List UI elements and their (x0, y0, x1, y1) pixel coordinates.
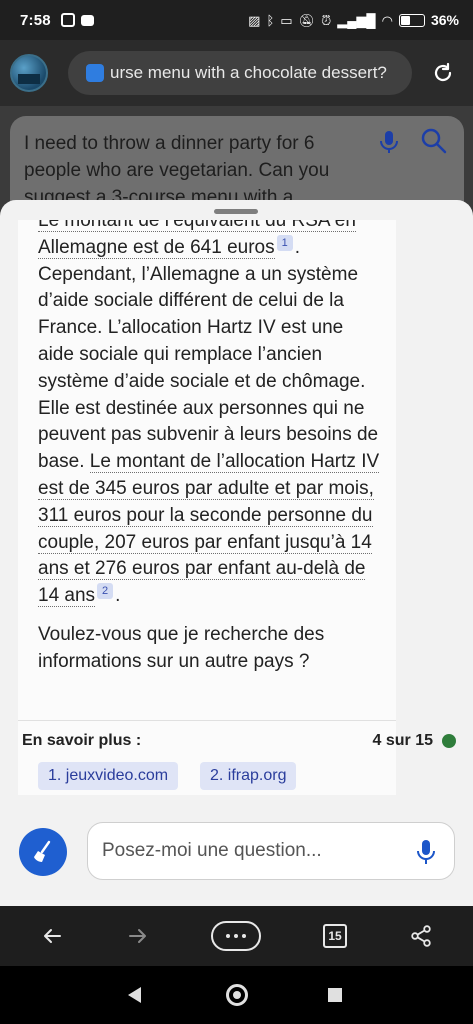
browser-toolbar: 15 (0, 906, 473, 966)
ask-placeholder: Posez-moi une question... (102, 840, 322, 861)
signal-icon: ▂▄▆█ (337, 12, 376, 28)
back-arrow-icon[interactable] (37, 921, 67, 951)
battery-fill (400, 15, 410, 25)
source-link-1[interactable]: 1. jeuxvideo.com (38, 762, 179, 790)
broom-icon (34, 840, 51, 862)
wifi-icon: ◠ (381, 12, 393, 28)
status-system-icons: ▨ ᛒ ▭ 🔕︎ ⏰︎ ▂▄▆█ ◠ 36% (248, 12, 459, 28)
answer-segment-1: Allemagne est de 641 euros (38, 236, 275, 259)
response-count: 4 sur 15 (372, 732, 433, 749)
refresh-icon[interactable] (430, 60, 456, 86)
mic-icon[interactable] (415, 838, 437, 866)
citation-1[interactable]: 1 (276, 234, 293, 251)
battery-percent: 36% (430, 12, 459, 28)
youtube-icon (80, 14, 94, 26)
answer-segment-3: Le montant de l’allocation Hartz IV est … (38, 451, 380, 608)
mute-icon: 🔕︎ (298, 12, 316, 28)
answer-card: Le montant de l’équivalent du RSA en All… (18, 220, 396, 795)
new-topic-button[interactable] (19, 828, 67, 876)
forward-arrow-icon[interactable] (123, 921, 153, 951)
status-notifications (60, 13, 94, 27)
bluetooth-icon: ᛒ (266, 12, 275, 28)
search-icon[interactable] (419, 126, 449, 156)
nav-back-icon[interactable] (128, 987, 141, 1003)
alarm-icon: ⏰︎ (321, 12, 332, 28)
browser-top-bar: urse menu with a chocolate dessert? (0, 40, 473, 106)
address-bar[interactable]: urse menu with a chocolate dessert? (68, 51, 412, 95)
source-link-2[interactable]: 2. ifrap.org (200, 762, 297, 790)
answer-followup: Voulez-vous que je recherche des informa… (38, 623, 325, 672)
ask-input[interactable]: Posez-moi une question... (87, 822, 455, 880)
more-icon[interactable] (211, 921, 261, 951)
status-bar: 7:58 ▨ ᛒ ▭ 🔕︎ ⏰︎ ▂▄▆█ ◠ 36% (0, 0, 473, 40)
citation-2[interactable]: 2 (97, 583, 114, 600)
tabs-icon[interactable]: 15 (323, 924, 347, 948)
system-nav-bar (0, 966, 473, 1024)
vibrate-icon: ▭ (280, 12, 293, 28)
divider (18, 720, 396, 721)
status-time: 7:58 (20, 11, 51, 29)
mic-icon[interactable] (375, 128, 403, 156)
sim-icon: ▨ (248, 12, 261, 28)
answer-line-top: Le montant de l’équivalent du RSA en (38, 220, 356, 232)
status-dot (442, 734, 456, 748)
answer-text: Le montant de l’équivalent du RSA en All… (38, 220, 380, 676)
lock-icon (86, 64, 104, 82)
learn-more-title: En savoir plus : (22, 732, 142, 749)
answer-segment-4: . (115, 585, 121, 607)
avatar[interactable] (10, 54, 48, 92)
query-text: I need to throw a dinner party for 6 peo… (24, 133, 330, 208)
photo-icon (60, 13, 75, 27)
nav-home-icon[interactable] (226, 984, 248, 1006)
battery-icon (398, 13, 425, 27)
url-text: urse menu with a chocolate dessert? (110, 63, 387, 82)
share-icon[interactable] (406, 921, 436, 951)
sheet-drag-handle[interactable] (214, 209, 258, 214)
nav-recents-icon[interactable] (328, 988, 342, 1002)
answer-segment-2: . Cependant, l’Allemagne a un système d’… (38, 236, 379, 473)
